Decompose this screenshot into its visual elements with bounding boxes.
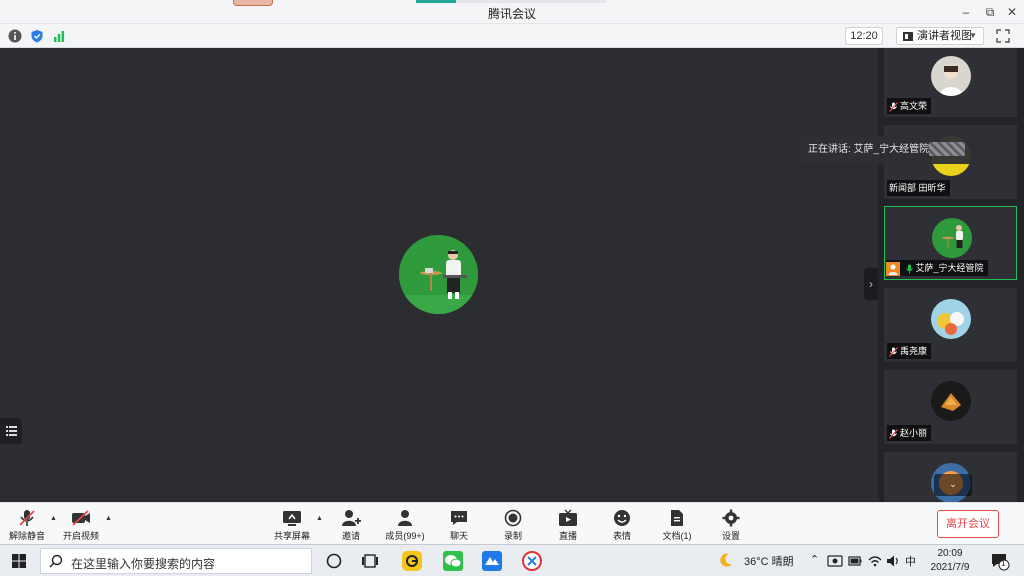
clock-time: 20:09 [937,548,963,559]
wifi-icon[interactable] [868,554,882,568]
clock-date: 2021/7/9 [930,562,970,573]
search-icon [49,554,63,568]
blurred-text [929,142,966,157]
wechat-icon[interactable] [441,549,465,573]
info-icon[interactable] [8,29,22,43]
participant-tile[interactable]: 赵小丽 [884,370,1017,444]
participant-panel: 高文荣 新闻部 田昕华 艾萨_宁大经管院 禹尧康 赵小丽 ⌄ [878,48,1024,502]
video-options-caret[interactable]: ▲ [105,515,112,522]
network-indicator [416,0,606,3]
avatar [931,299,971,339]
info-bar: 12:20 演讲者视图 ▼ [0,24,1024,48]
collapse-panel-button[interactable]: › [864,268,878,300]
participant-name: 赵小丽 [887,425,932,441]
participant-tile-speaking[interactable]: 艾萨_宁大经管院 [884,206,1017,280]
tray-chevron-up-icon[interactable]: ⌃ [810,553,819,566]
participant-tile[interactable]: 高文荣 [884,48,1017,117]
members-button[interactable]: 成员(99+) [380,509,430,543]
scroll-down-button[interactable]: ⌄ [934,474,972,496]
settings-button[interactable]: 设置 [706,509,756,543]
share-options-caret[interactable]: ▲ [316,515,323,522]
meeting-duration: 12:20 [845,27,883,45]
speaking-indicator: 正在讲话: 艾萨_宁大经管院 [800,136,995,164]
active-speaker-avatar [399,235,478,314]
mic-muted-icon [889,346,898,357]
search-placeholder: 在这里输入你要搜索的内容 [71,557,216,571]
battery-icon[interactable] [848,555,862,567]
windows-start-icon[interactable] [12,554,26,568]
taskbar-search-box[interactable]: 在这里输入你要搜索的内容 [40,548,312,574]
window-title: 腾讯会议 [487,7,536,21]
media-app-icon[interactable] [520,549,544,573]
restore-button[interactable]: ⧉ [982,4,998,20]
gear-icon [722,509,740,527]
record-icon [504,509,522,527]
avatar [931,381,971,421]
notification-icon [992,554,1010,571]
member-list-toggle[interactable] [0,418,22,444]
avatar [931,56,971,96]
share-screen-button[interactable]: 共享屏幕 [267,509,317,543]
ime-indicator[interactable]: 中 [905,553,916,569]
documents-button[interactable]: 文档(1) [652,509,702,543]
close-button[interactable]: ✕ [1004,4,1020,20]
members-icon [398,510,412,526]
chevron-down-icon: ⌄ [948,479,958,490]
speaking-label: 正在讲话: 艾萨_宁大经管院 [808,144,930,155]
meeting-window: 腾讯会议 – ⧉ ✕ 12:20 演讲者视图 ▼ › 正在讲话: 艾萨_宁大经管… [0,0,1024,576]
invite-button[interactable]: 邀请 [326,509,376,543]
layout-icon [903,32,913,41]
chat-icon [451,511,467,525]
mic-active-icon [905,264,913,274]
share-screen-icon [283,511,301,526]
signal-icon[interactable] [52,29,66,43]
smile-icon [614,510,630,526]
reactions-button[interactable]: 表情 [597,509,647,543]
participant-tile[interactable]: ⌄ [884,452,1017,502]
live-button[interactable]: 直播 [543,509,593,543]
notification-count: 1 [1001,559,1006,568]
record-button[interactable]: 录制 [488,509,538,543]
avatar [932,218,972,258]
view-mode-label: 演讲者视图 [917,30,972,42]
tencent-meeting-icon[interactable] [480,549,504,573]
tray-app-icon[interactable] [827,554,843,568]
document-icon [671,510,683,526]
chevron-right-icon: › [869,277,873,291]
weather-moon-icon[interactable] [717,551,735,569]
participant-name: 禹尧康 [887,343,932,359]
meeting-toolbar: 解除静音 ▲ 开启视频 ▲ 共享屏幕 ▲ 邀请 成员(99+) 聊天 录制 直播… [0,502,1024,544]
cortana-icon[interactable] [322,549,346,573]
start-video-button[interactable]: 开启视频 [56,509,106,543]
app-g-icon[interactable] [400,549,424,573]
notification-center-button[interactable]: 1 [990,551,1010,571]
participant-name: 高文荣 [887,98,932,114]
add-user-icon [342,510,361,526]
fullscreen-icon[interactable] [996,29,1010,43]
mic-muted-icon [889,428,898,439]
chat-button[interactable]: 聊天 [434,509,484,543]
taskbar-clock[interactable]: 20:09 2021/7/9 [930,547,970,575]
view-mode-dropdown[interactable]: 演讲者视图 ▼ [896,27,984,45]
title-bar: 腾讯会议 – ⧉ ✕ [0,0,1024,24]
weather-text[interactable]: 36°C 晴朗 [744,553,794,569]
mic-muted-icon [889,101,898,112]
windows-taskbar: 在这里输入你要搜索的内容 36°C 晴朗 ⌃ 中 20:09 2021/7/9 … [0,544,1024,576]
volume-icon[interactable] [886,554,900,568]
chevron-down-icon: ▼ [969,31,977,40]
host-icon [886,261,900,276]
participant-name: 新闻部 田昕华 [887,180,950,196]
task-view-icon[interactable] [358,549,382,573]
unmute-button[interactable]: 解除静音 [2,509,52,543]
participant-tile[interactable]: 禹尧康 [884,288,1017,362]
mic-muted-icon [19,510,35,526]
leave-meeting-button[interactable]: 离开会议 [937,510,999,538]
minimize-button[interactable]: – [958,4,974,20]
camera-off-icon [72,510,90,526]
shield-icon[interactable] [30,29,44,43]
participant-name: 艾萨_宁大经管院 [886,260,988,276]
main-video-stage: › [0,48,878,502]
list-icon [6,426,17,436]
live-icon [559,509,577,526]
